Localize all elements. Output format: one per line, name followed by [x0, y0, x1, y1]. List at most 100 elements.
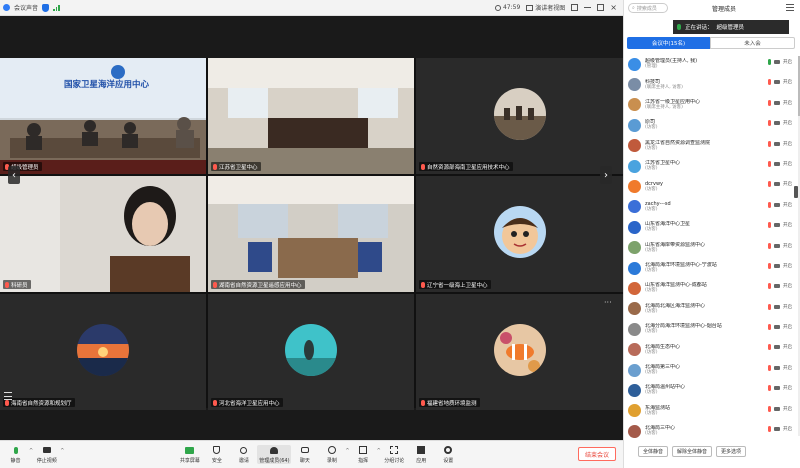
video-tile[interactable]: 国家卫星海洋应用中心 超级管理员: [0, 58, 206, 174]
participant-row[interactable]: 黑龙江省自然资源调查监测院 (访客) 开启: [624, 136, 794, 156]
participant-row[interactable]: zachy---sd (访客) 开启: [624, 197, 794, 217]
minimize-icon[interactable]: [584, 7, 592, 8]
camera-icon[interactable]: [774, 325, 780, 330]
apps-button[interactable]: 应用: [408, 445, 435, 464]
mic-muted-icon[interactable]: [767, 303, 771, 310]
camera-icon[interactable]: [774, 304, 780, 309]
maximize-icon[interactable]: [597, 4, 605, 11]
mic-muted-icon[interactable]: [767, 262, 771, 269]
participant-row[interactable]: 北海局温州站中心 (访客) 开启: [624, 380, 794, 400]
microphone-icon[interactable]: [767, 59, 771, 65]
settings-button[interactable]: 设置: [435, 445, 462, 464]
mic-muted-icon[interactable]: [767, 385, 771, 392]
panel-resize-handle[interactable]: [794, 186, 798, 198]
mic-muted-icon[interactable]: [767, 160, 771, 167]
mic-muted-icon[interactable]: [767, 79, 771, 86]
camera-icon[interactable]: [774, 223, 780, 228]
participant-row[interactable]: 东海监测站 (访客) 开启: [624, 401, 794, 421]
participant-row[interactable]: 江苏省卫星中心 (访客) 开启: [624, 156, 794, 176]
participant-row[interactable]: 原司 (访客) 开启: [624, 115, 794, 135]
invite-button[interactable]: 邀请: [230, 445, 257, 464]
camera-icon[interactable]: [774, 161, 780, 166]
end-meeting-button[interactable]: 结束会议: [578, 447, 616, 461]
participant-row[interactable]: dcrvwy (访客) 开启: [624, 176, 794, 196]
participant-row[interactable]: 北海分局海洋环境监测中心-烟台站 (访客) 开启: [624, 319, 794, 339]
video-tile[interactable]: 江苏省卫星中心: [208, 58, 414, 174]
video-tile[interactable]: 湖南省自然资源卫星遥感应用中心: [208, 176, 414, 292]
mic-muted-icon[interactable]: [767, 181, 771, 188]
participant-row[interactable]: 山东省海洋中心卫星 (访客) 开启: [624, 217, 794, 237]
mic-muted-icon[interactable]: [767, 364, 771, 371]
mic-muted-icon[interactable]: [767, 283, 771, 290]
video-tile[interactable]: 海南省自然资源和规划厅: [0, 294, 206, 410]
camera-icon[interactable]: [774, 182, 780, 187]
participant-row[interactable]: 北海局第三中心 (访客) 开启: [624, 360, 794, 380]
camera-icon[interactable]: [774, 365, 780, 370]
participant-row[interactable]: 大连海洋中心(访客)开启: [624, 441, 794, 442]
camera-icon[interactable]: [774, 243, 780, 248]
signal-icon[interactable]: [53, 4, 60, 11]
participant-row[interactable]: 江苏省一级卫星应用中心 (联席主持人, 访客) 开启: [624, 95, 794, 115]
camera-icon[interactable]: [774, 284, 780, 289]
participant-row[interactable]: 山东省海岸带资源监测中心 (访客) 开启: [624, 238, 794, 258]
participant-row[interactable]: 北海局生态中心 (访客) 开启: [624, 339, 794, 359]
search-input[interactable]: ⌕ 搜索成员: [628, 3, 668, 13]
tab-in-meeting[interactable]: 会议中(15名): [627, 37, 710, 49]
tab-not-joined[interactable]: 未入会: [710, 37, 795, 49]
mute-all-button[interactable]: 全体静音: [638, 446, 669, 457]
prev-page-button[interactable]: ‹: [8, 166, 20, 184]
camera-icon[interactable]: [774, 202, 780, 207]
participant-row[interactable]: 北海局三中心 (访客) 开启: [624, 421, 794, 441]
mic-muted-icon[interactable]: [767, 324, 771, 331]
breakout-button[interactable]: 分组讨论: [381, 445, 408, 464]
list-icon[interactable]: [4, 392, 12, 400]
participant-row[interactable]: 科技司 (联席主持人, 访客) 开启: [624, 74, 794, 94]
video-tile[interactable]: 科研员: [0, 176, 206, 292]
participant-row[interactable]: 山东省海洋监测中心-成都站 (访客) 开启: [624, 278, 794, 298]
camera-icon[interactable]: [774, 100, 780, 105]
chevron-up-icon[interactable]: ^: [60, 448, 64, 454]
camera-icon[interactable]: [774, 263, 780, 268]
share-screen-button[interactable]: 共享屏幕: [176, 445, 203, 464]
camera-icon[interactable]: [774, 345, 780, 350]
mic-muted-icon[interactable]: [767, 405, 771, 412]
mic-muted-icon[interactable]: [767, 222, 771, 229]
camera-icon[interactable]: [774, 80, 780, 85]
stop-video-button[interactable]: 停止视频: [33, 445, 60, 464]
video-tile[interactable]: 福建省地质环境监测: [416, 294, 623, 410]
camera-icon[interactable]: [774, 386, 780, 391]
video-tile[interactable]: 辽宁省一级海上卫星中心: [416, 176, 623, 292]
menu-icon[interactable]: [786, 4, 794, 11]
record-button[interactable]: 录制: [318, 445, 345, 464]
participant-row[interactable]: 北海局北海区海洋监测中心 (访客) 开启: [624, 299, 794, 319]
more-icon[interactable]: ···: [604, 299, 612, 307]
chat-button[interactable]: 聊天: [291, 445, 318, 464]
mic-muted-icon[interactable]: [767, 201, 771, 208]
mic-muted-icon[interactable]: [767, 344, 771, 351]
mic-muted-icon[interactable]: [767, 242, 771, 249]
video-tile[interactable]: 河北省海洋卫星应用中心: [208, 294, 414, 410]
video-tile[interactable]: 自然资源部海南卫星应用技术中心: [416, 58, 623, 174]
more-options-button[interactable]: 更多选项: [716, 446, 747, 457]
close-icon[interactable]: ×: [610, 3, 617, 11]
security-icon[interactable]: [42, 3, 50, 12]
participant-row[interactable]: 北海局海洋环境监测中心-宁波站 (访客) 开启: [624, 258, 794, 278]
camera-icon[interactable]: [774, 121, 780, 126]
next-page-button[interactable]: ›: [600, 166, 612, 184]
members-button[interactable]: 管理成员(64): [257, 445, 292, 464]
camera-icon[interactable]: [774, 60, 780, 64]
camera-icon[interactable]: [774, 427, 780, 432]
mic-muted-icon[interactable]: [767, 426, 771, 433]
security-button[interactable]: 安全: [203, 445, 230, 464]
mute-button[interactable]: 静音: [2, 445, 29, 464]
camera-icon[interactable]: [774, 141, 780, 146]
command-button[interactable]: 指挥: [350, 445, 377, 464]
mic-muted-icon[interactable]: [767, 140, 771, 147]
camera-icon[interactable]: [774, 406, 780, 411]
unmute-all-button[interactable]: 解除全体静音: [672, 446, 713, 457]
participant-row[interactable]: 超级管理员(主持人, 我) (管理) 开启: [624, 54, 794, 74]
mic-muted-icon[interactable]: [767, 120, 771, 127]
mic-muted-icon[interactable]: [767, 99, 771, 106]
fullscreen-icon[interactable]: [571, 4, 579, 11]
view-switch-button[interactable]: 演讲者视图: [526, 3, 565, 12]
